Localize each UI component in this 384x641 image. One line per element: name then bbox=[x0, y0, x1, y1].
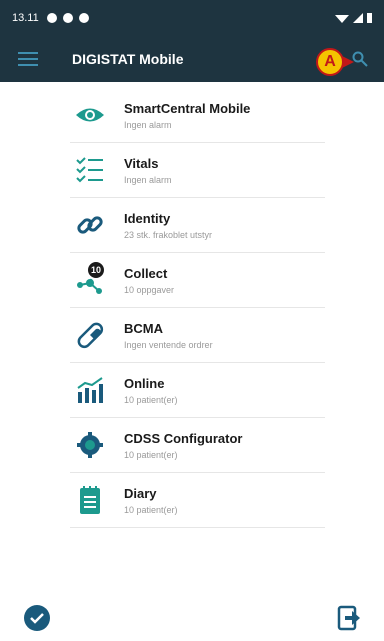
notification-icon bbox=[46, 13, 57, 23]
module-item-cdss[interactable]: CDSS Configurator 10 patient(er) bbox=[70, 418, 325, 473]
checklist-icon bbox=[70, 150, 110, 190]
module-status: 10 patient(er) bbox=[124, 449, 178, 460]
link-icon bbox=[70, 205, 110, 245]
wifi-icon bbox=[335, 15, 349, 23]
module-item-collect[interactable]: 10 Collect 10 oppgaver bbox=[70, 253, 325, 308]
module-name: Vitals bbox=[124, 155, 159, 171]
module-status: 23 stk. frakoblet utstyr bbox=[124, 229, 213, 240]
module-list: SmartCentral Mobile Ingen alarm Vitals I… bbox=[70, 88, 325, 528]
module-status: Ingen ventende ordrer bbox=[124, 339, 213, 350]
module-status: Ingen alarm bbox=[124, 119, 172, 130]
module-status: 10 patient(er) bbox=[124, 394, 178, 405]
status-bar: 13.11 bbox=[0, 0, 384, 36]
module-name: Collect bbox=[124, 265, 168, 281]
notification-badge: 10 bbox=[86, 260, 106, 280]
module-item-identity[interactable]: Identity 23 stk. frakoblet utstyr bbox=[70, 198, 325, 253]
app-title: DIGISTAT Mobile bbox=[72, 51, 184, 67]
alert-icon bbox=[78, 13, 89, 23]
search-button[interactable] bbox=[346, 45, 374, 73]
module-item-vitals[interactable]: Vitals Ingen alarm bbox=[70, 143, 325, 198]
module-name: SmartCentral Mobile bbox=[124, 100, 251, 116]
sound-icon bbox=[62, 13, 73, 23]
module-name: BCMA bbox=[124, 320, 163, 336]
pill-icon bbox=[70, 315, 110, 355]
module-status: 10 oppgaver bbox=[124, 284, 175, 295]
status-icons bbox=[46, 13, 89, 23]
module-name: Online bbox=[124, 375, 165, 391]
module-status: 10 patient(er) bbox=[124, 504, 178, 515]
status-time: 13.11 bbox=[12, 12, 39, 24]
module-item-diary[interactable]: Diary 10 patient(er) bbox=[70, 473, 325, 528]
gear-shield-icon bbox=[70, 425, 110, 465]
module-name: Diary bbox=[124, 485, 157, 501]
signal-icon bbox=[353, 13, 363, 23]
hamburger-icon bbox=[18, 52, 38, 66]
bar-chart-icon bbox=[70, 370, 110, 410]
status-right-icons bbox=[335, 13, 372, 23]
eye-icon bbox=[70, 95, 110, 135]
module-status: Ingen alarm bbox=[124, 174, 172, 185]
logout-button[interactable] bbox=[336, 604, 362, 632]
module-item-online[interactable]: Online 10 patient(er) bbox=[70, 363, 325, 418]
module-name: CDSS Configurator bbox=[124, 430, 243, 446]
notepad-icon bbox=[70, 480, 110, 520]
battery-icon bbox=[367, 13, 372, 23]
callout-marker: A bbox=[316, 48, 344, 76]
module-item-bcma[interactable]: BCMA Ingen ventende ordrer bbox=[70, 308, 325, 363]
logout-icon bbox=[337, 605, 360, 631]
search-icon bbox=[352, 51, 368, 67]
network-icon: 10 bbox=[70, 260, 110, 300]
checkmark-button[interactable] bbox=[24, 605, 50, 631]
menu-button[interactable] bbox=[0, 36, 56, 82]
module-item-smartcentral[interactable]: SmartCentral Mobile Ingen alarm bbox=[70, 88, 325, 143]
app-bar: DIGISTAT Mobile A bbox=[0, 36, 384, 82]
check-icon bbox=[30, 613, 44, 624]
module-name: Identity bbox=[124, 210, 171, 226]
